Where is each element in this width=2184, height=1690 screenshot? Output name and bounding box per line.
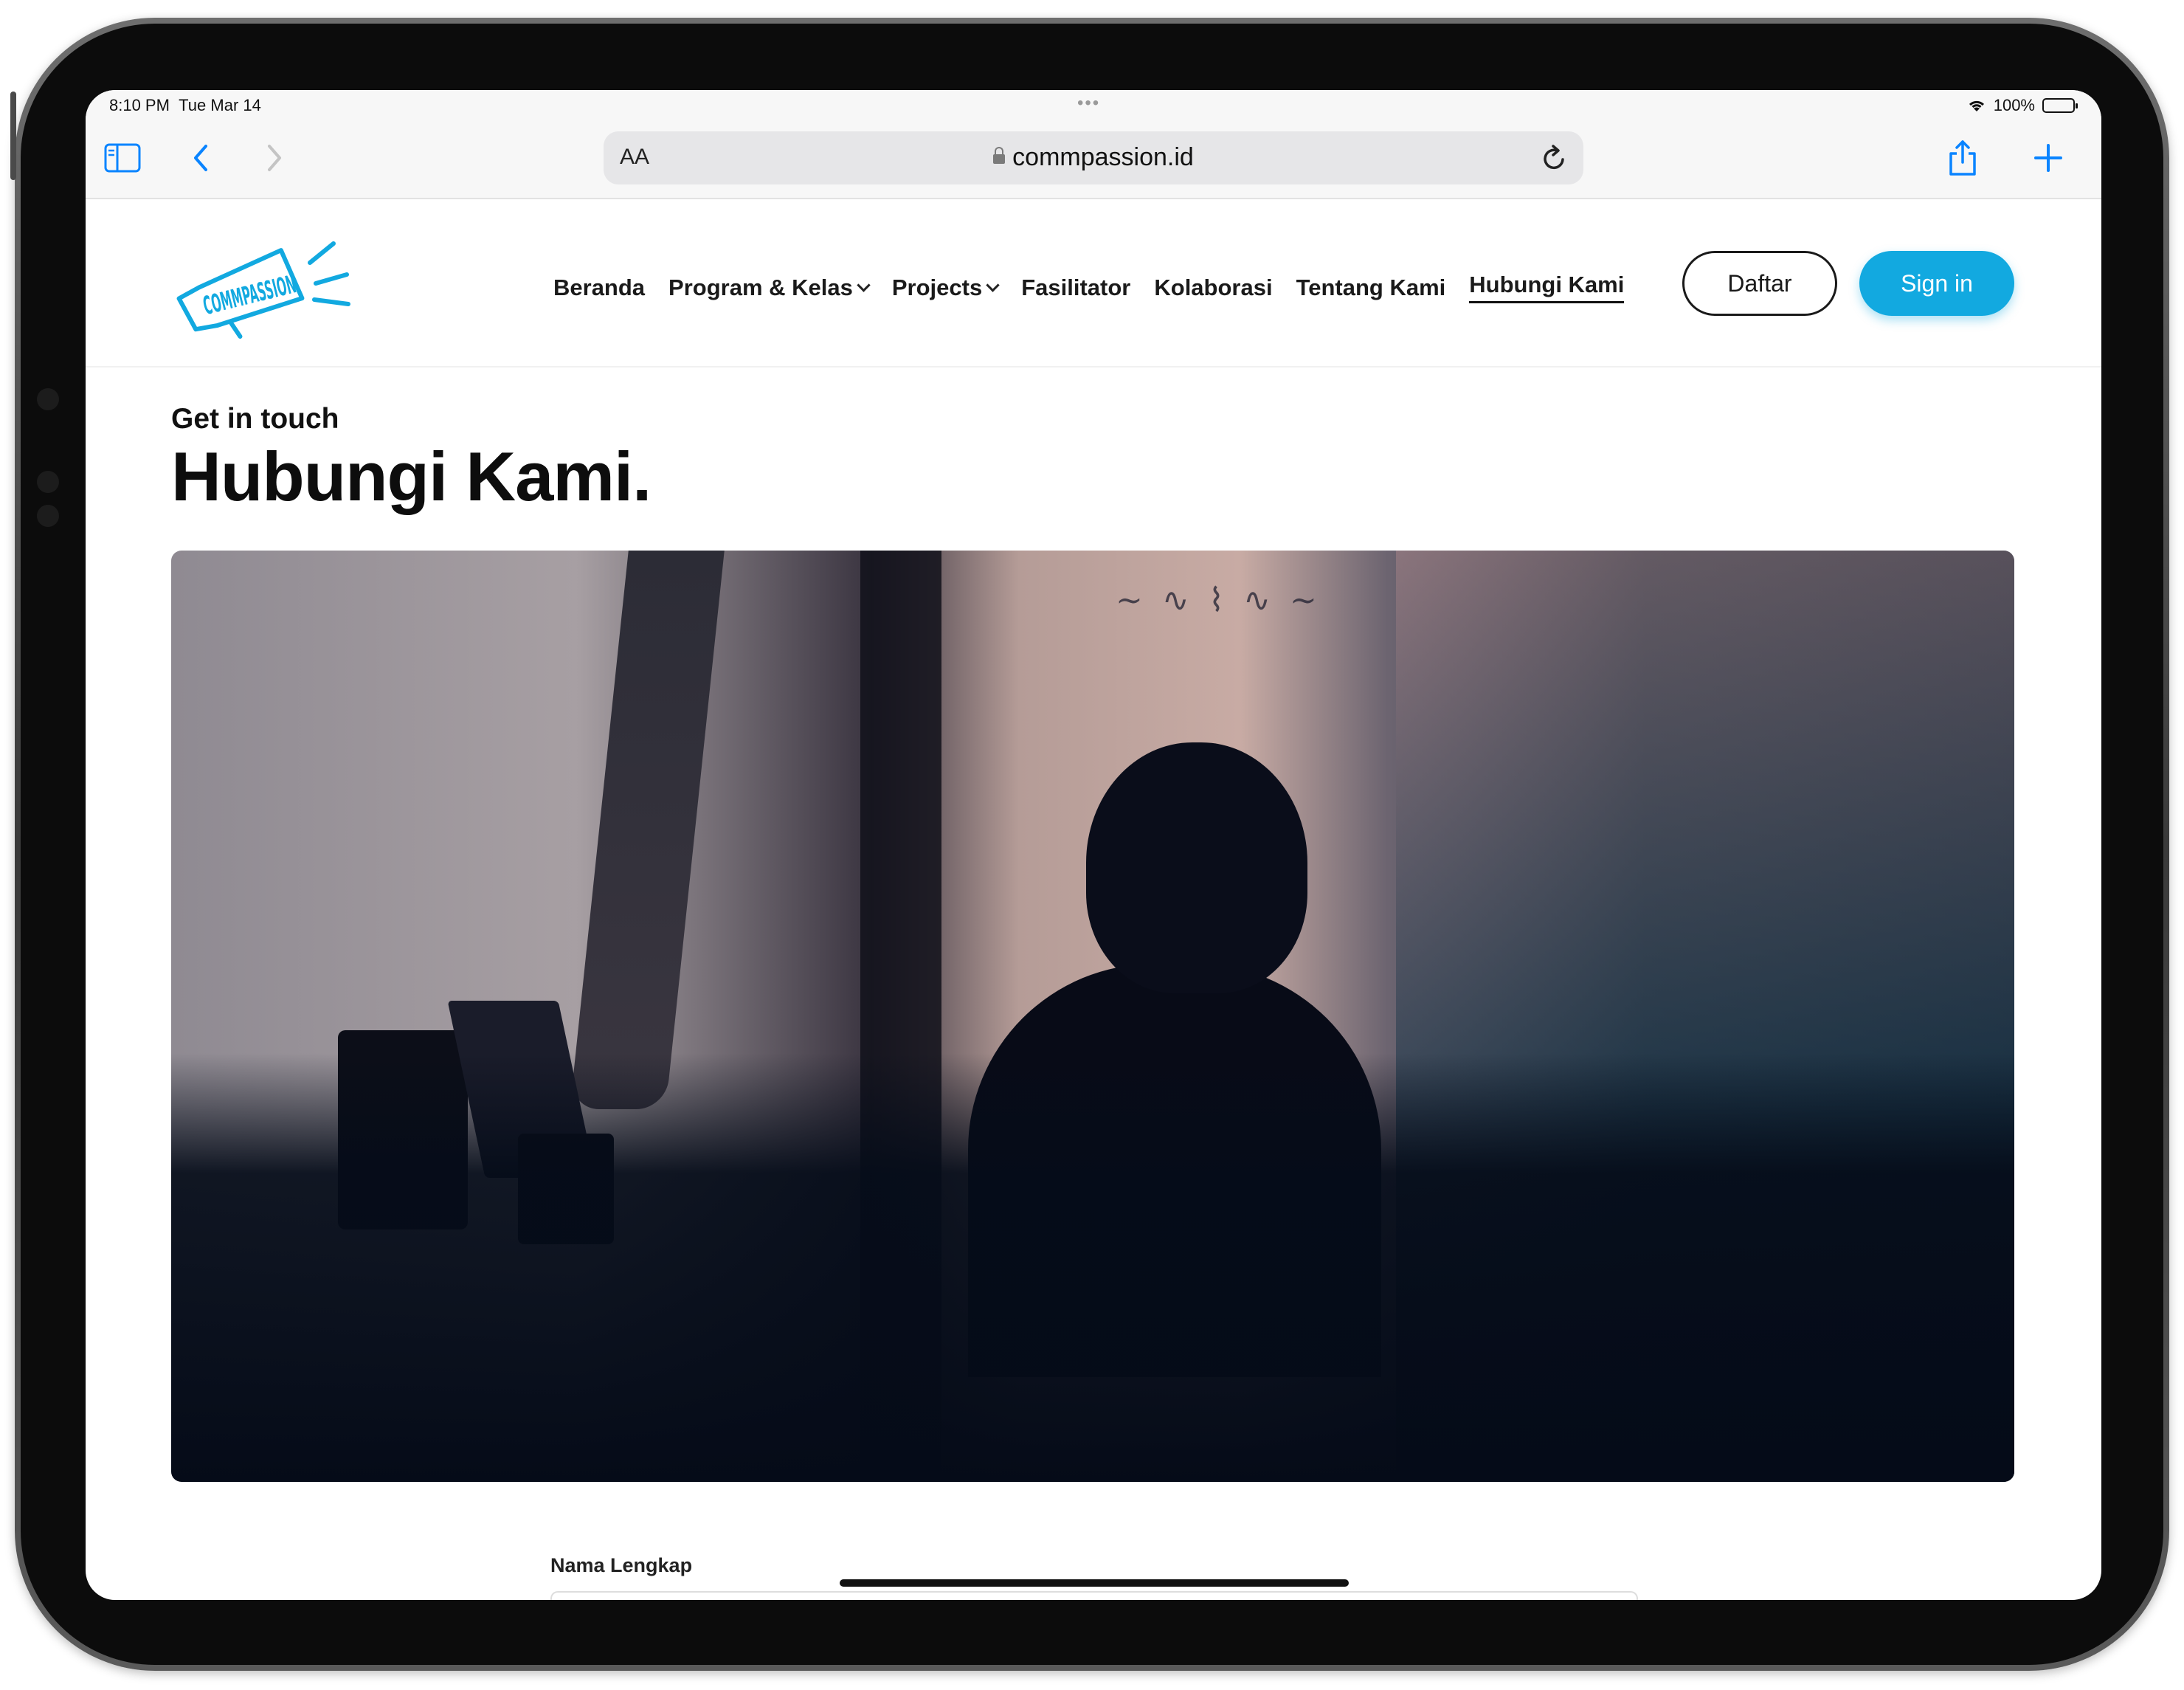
volume-button <box>10 92 16 180</box>
chevron-down-icon <box>857 278 871 292</box>
address-bar[interactable]: AA commpassion.id <box>604 131 1583 184</box>
back-icon[interactable] <box>179 136 223 180</box>
home-indicator[interactable] <box>840 1579 1349 1587</box>
url-field[interactable]: commpassion.id <box>604 143 1583 172</box>
hero-image: ~ ∿ ⌇ ∿ ~ <box>171 551 2014 1482</box>
name-field[interactable] <box>550 1591 1638 1600</box>
browser-chrome: 8:10 PM Tue Mar 14 ••• 100% AA commpassi… <box>86 90 2101 199</box>
forward-icon[interactable] <box>252 136 297 180</box>
nav-kolaborasi[interactable]: Kolaborasi <box>1154 272 1272 303</box>
sensor-icon <box>37 471 59 493</box>
status-time: 8:10 PM Tue Mar 14 <box>109 96 261 114</box>
main-nav: Beranda Program & Kelas Projects Fasilit… <box>553 272 1625 303</box>
page-title: Hubungi Kami. <box>171 438 652 515</box>
person-head <box>1086 742 1307 993</box>
battery-percent: 100% <box>1993 96 2035 114</box>
battery-icon <box>2042 98 2078 113</box>
sidebar-icon[interactable] <box>100 136 145 180</box>
new-tab-icon[interactable] <box>2026 136 2070 180</box>
window-lettering: ~ ∿ ⌇ ∿ ~ <box>1116 582 1321 619</box>
nav-projects[interactable]: Projects <box>892 272 1000 303</box>
nav-fasilitator[interactable]: Fasilitator <box>1021 272 1130 303</box>
camera-icon <box>37 388 59 410</box>
nav-beranda[interactable]: Beranda <box>553 272 645 303</box>
nav-hubungi-kami[interactable]: Hubungi Kami <box>1469 272 1625 303</box>
site-header: COMMPASSION Beranda Program & Kelas Proj… <box>86 201 2101 368</box>
lock-icon <box>993 147 1006 164</box>
nav-program-kelas[interactable]: Program & Kelas <box>668 272 871 303</box>
multitasking-dots-icon[interactable]: ••• <box>1077 93 1100 114</box>
hero-shadow <box>171 1053 2014 1482</box>
screen: 8:10 PM Tue Mar 14 ••• 100% AA commpassi… <box>86 90 2101 1600</box>
tree-shape <box>570 551 725 1110</box>
wifi-icon <box>1969 100 1984 111</box>
reload-icon[interactable] <box>1541 143 1569 176</box>
name-field-label: Nama Lengkap <box>550 1554 693 1576</box>
share-icon[interactable] <box>1941 136 1985 180</box>
sign-in-button[interactable]: Sign in <box>1859 251 2014 316</box>
chevron-down-icon <box>986 278 1000 292</box>
sensor-icon <box>37 505 59 527</box>
page-eyebrow: Get in touch <box>171 403 339 435</box>
commpassion-logo[interactable]: COMMPASSION <box>171 229 356 343</box>
daftar-button[interactable]: Daftar <box>1682 251 1837 316</box>
status-indicators: 100% <box>1967 96 2078 115</box>
nav-tentang-kami[interactable]: Tentang Kami <box>1296 272 1446 303</box>
